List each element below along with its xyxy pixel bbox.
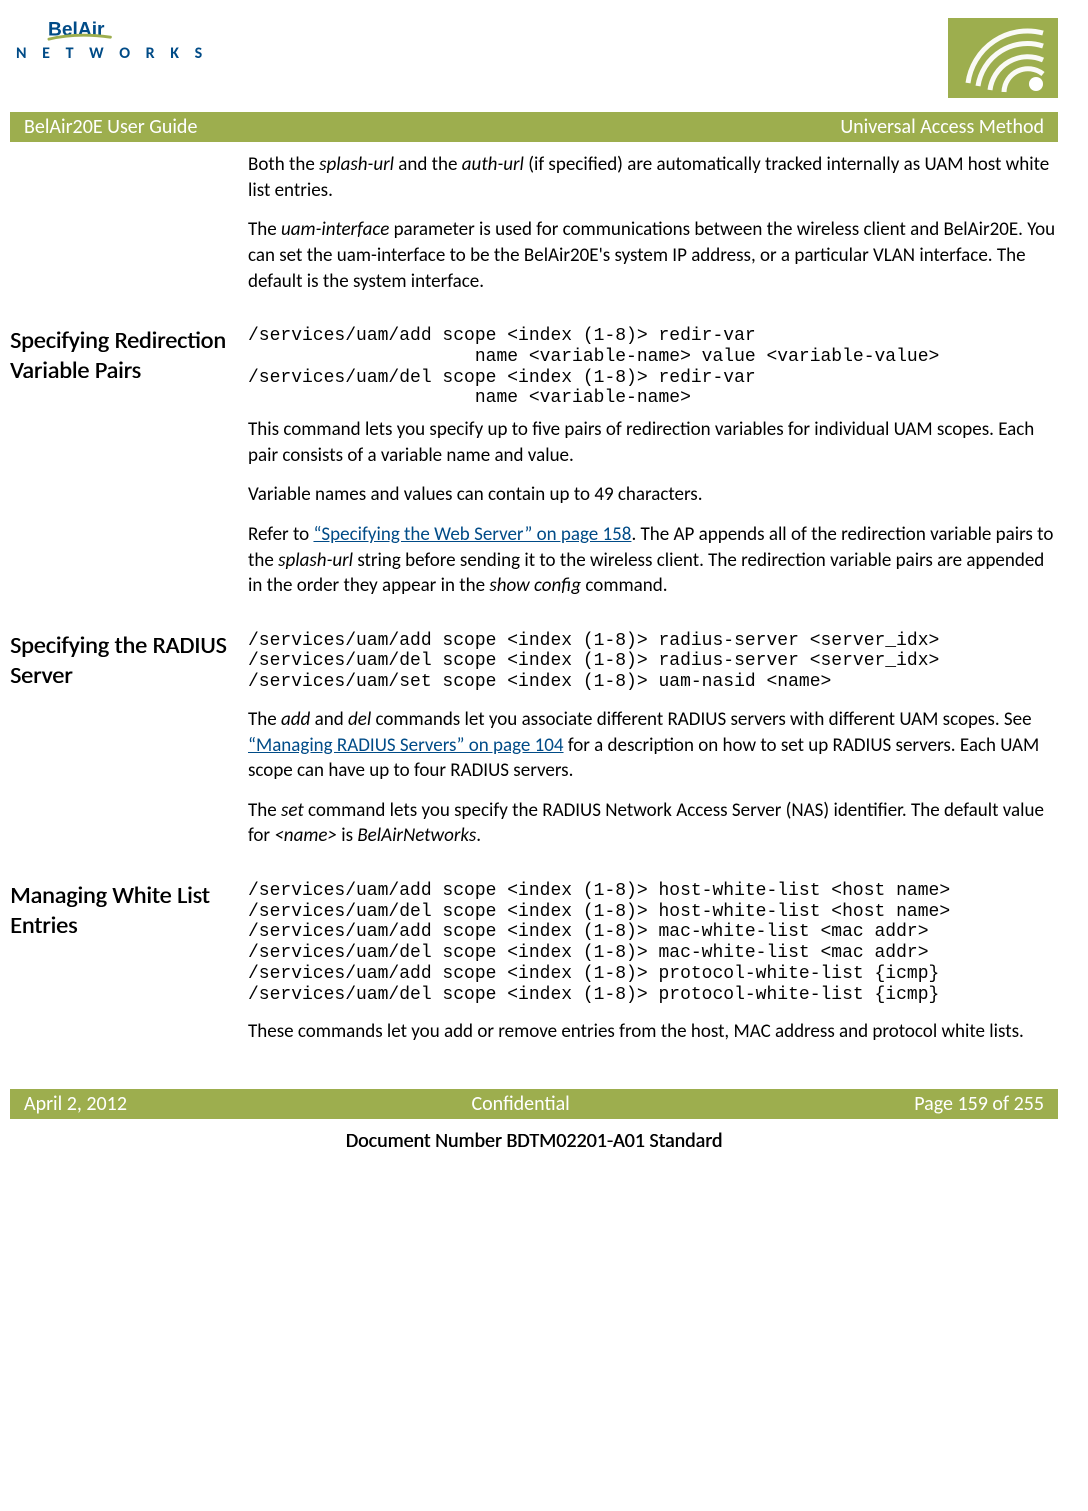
- sec1-para-2: Variable names and values can contain up…: [248, 482, 1058, 508]
- section-title: Universal Access Method: [840, 115, 1044, 139]
- sec1-para-1: This command lets you specify up to five…: [248, 417, 1058, 468]
- footer-bar: April 2, 2012 Confidential Page 159 of 2…: [10, 1089, 1058, 1119]
- sec2-para-1: The add and del commands let you associa…: [248, 707, 1058, 784]
- intro-para-2: The uam-interface parameter is used for …: [248, 217, 1058, 294]
- code-white-list: /services/uam/add scope <index (1-8)> ho…: [248, 881, 1058, 1005]
- page-header: BelAir N E T W O R K S: [10, 18, 1058, 108]
- sec1-para-3: Refer to “Specifying the Web Server” on …: [248, 522, 1058, 599]
- code-radius-server: /services/uam/add scope <index (1-8)> ra…: [248, 631, 1058, 693]
- intro-para-1: Both the splash-url and the auth-url (if…: [248, 152, 1058, 203]
- sec3-para-1: These commands let you add or remove ent…: [248, 1019, 1058, 1045]
- brand-subtext: N E T W O R K S: [16, 44, 208, 63]
- doc-title: BelAir20E User Guide: [24, 115, 197, 139]
- heading-redirection-pairs: Specifying Redirection Variable Pairs: [10, 326, 248, 386]
- brand-wordmark-icon: BelAir: [16, 18, 176, 42]
- brand-mark-icon: [948, 18, 1058, 98]
- sec2-para-2: The set command lets you specify the RAD…: [248, 798, 1058, 849]
- document-number: Document Number BDTM02201-A01 Standard: [10, 1129, 1058, 1153]
- heading-radius-server: Specifying the RADIUS Server: [10, 631, 248, 691]
- title-bar: BelAir20E User Guide Universal Access Me…: [10, 112, 1058, 142]
- code-redirection-pairs: /services/uam/add scope <index (1-8)> re…: [248, 326, 1058, 409]
- brand-logo: BelAir N E T W O R K S: [16, 18, 208, 63]
- footer-page: Page 159 of 255: [914, 1092, 1044, 1116]
- link-radius-servers[interactable]: “Managing RADIUS Servers” on page 104: [248, 734, 564, 757]
- footer-confidential: Confidential: [471, 1092, 569, 1116]
- footer-date: April 2, 2012: [24, 1092, 127, 1116]
- link-web-server[interactable]: “Specifying the Web Server” on page 158: [313, 523, 631, 546]
- heading-white-list: Managing White List Entries: [10, 881, 248, 941]
